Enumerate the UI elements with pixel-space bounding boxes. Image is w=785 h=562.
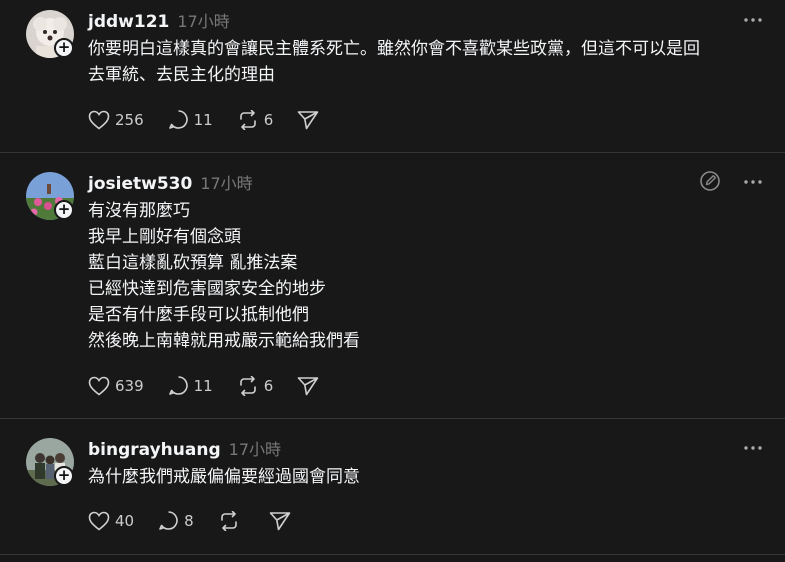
like-count: 256	[115, 110, 144, 129]
avatar-wrapper: +	[26, 172, 74, 220]
repost-icon	[220, 510, 237, 531]
repost-button[interactable]: 6	[237, 109, 274, 130]
plus-icon: +	[57, 38, 71, 56]
comment-icon	[159, 511, 178, 530]
share-button[interactable]	[269, 511, 291, 531]
post-text: 有沒有那麼巧 我早上剛好有個念頭 藍白這樣亂砍預算 亂推法案 已經快達到危害國家…	[88, 201, 360, 351]
more-button[interactable]	[743, 438, 763, 458]
plus-icon: +	[57, 200, 71, 218]
more-dots-icon	[744, 446, 762, 450]
action-bar: 639 11 6	[88, 375, 343, 396]
username[interactable]: josietw530	[88, 174, 192, 194]
edit-icon	[700, 171, 720, 191]
like-count: 40	[115, 511, 135, 530]
send-icon	[269, 511, 290, 530]
reply-count: 11	[193, 110, 213, 129]
action-bar: 40 8	[88, 510, 315, 531]
timestamp[interactable]: 17小時	[229, 436, 281, 460]
send-icon	[297, 376, 319, 395]
username[interactable]: jddw121	[88, 12, 169, 32]
heart-icon	[88, 110, 110, 130]
repost-button[interactable]: 6	[237, 375, 274, 396]
heart-icon	[88, 376, 110, 396]
thread-feed: + jddw121 17小時 你要明白這樣真的會讓民主體系死亡。雖然你會不喜歡某…	[0, 0, 785, 562]
edit-button[interactable]	[699, 170, 721, 192]
post-header: josietw530 17小時	[88, 170, 253, 194]
post: + bingrayhuang 17小時 為什麼我們戒嚴偏偏要經過國會同意 40 …	[0, 418, 785, 555]
action-bar: 256 11 6	[88, 109, 343, 130]
repost-icon	[239, 375, 256, 396]
follow-button[interactable]: +	[54, 466, 74, 486]
post-text: 你要明白這樣真的會讓民主體系死亡。雖然你會不喜歡某些政黨，但這不可以是回 去軍統…	[88, 39, 700, 85]
reply-count: 11	[193, 376, 213, 395]
username[interactable]: bingrayhuang	[88, 440, 221, 460]
like-count: 639	[115, 376, 144, 395]
like-button[interactable]: 639	[88, 376, 144, 396]
like-button[interactable]: 40	[88, 511, 134, 531]
repost-icon	[239, 109, 256, 130]
reply-count: 8	[184, 511, 194, 530]
avatar-wrapper: +	[26, 10, 74, 58]
more-button[interactable]	[743, 10, 763, 30]
like-button[interactable]: 256	[88, 110, 144, 130]
reply-button[interactable]: 8	[158, 510, 194, 531]
reply-button[interactable]: 11	[168, 109, 213, 130]
avatar-wrapper: +	[26, 438, 74, 486]
follow-button[interactable]: +	[54, 38, 74, 58]
post-text: 為什麼我們戒嚴偏偏要經過國會同意	[88, 467, 360, 487]
repost-count: 6	[263, 376, 274, 395]
more-dots-icon	[744, 180, 762, 184]
follow-button[interactable]: +	[54, 200, 74, 220]
timestamp[interactable]: 17小時	[177, 8, 229, 32]
reply-button[interactable]: 11	[168, 375, 213, 396]
heart-icon	[88, 511, 110, 531]
repost-count: 6	[263, 110, 274, 129]
comment-icon	[168, 376, 188, 395]
post-header: bingrayhuang 17小時	[88, 436, 281, 460]
more-dots-icon	[744, 18, 762, 22]
post: + jddw121 17小時 你要明白這樣真的會讓民主體系死亡。雖然你會不喜歡某…	[0, 0, 785, 153]
comment-icon	[168, 110, 188, 129]
share-button[interactable]	[297, 110, 319, 130]
post-header: jddw121 17小時	[88, 8, 230, 32]
share-button[interactable]	[297, 376, 319, 396]
send-icon	[297, 110, 319, 129]
timestamp[interactable]: 17小時	[200, 170, 252, 194]
repost-button[interactable]	[218, 510, 245, 531]
post: + josietw530 17小時 有沒有那麼巧 我早上剛好有個念頭 藍白這樣亂…	[0, 152, 785, 419]
more-button[interactable]	[743, 172, 763, 192]
plus-icon: +	[57, 466, 71, 484]
